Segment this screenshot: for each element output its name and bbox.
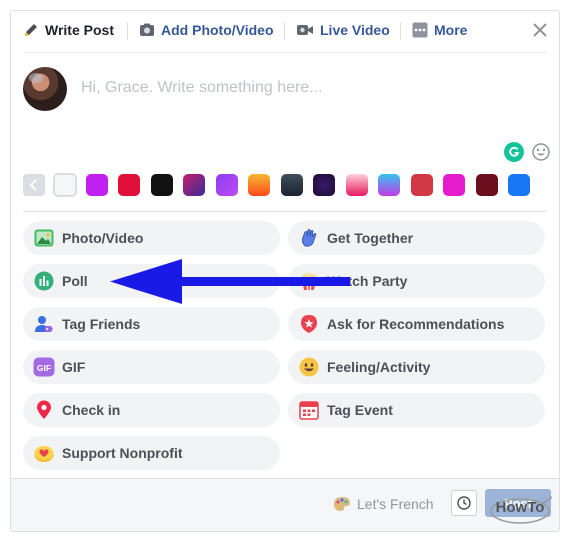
schedule-button[interactable]	[451, 490, 477, 516]
tab-live-video[interactable]: Live Video	[296, 11, 390, 49]
tab-more[interactable]: More	[412, 11, 467, 49]
option-label: Ask for Recommendations	[327, 316, 505, 332]
tab-add-photo-video-label: Add Photo/Video	[161, 22, 274, 38]
hand-wave-icon	[298, 227, 320, 249]
tab-add-photo-video[interactable]: Add Photo/Video	[139, 11, 274, 49]
color-swatch[interactable]	[248, 174, 270, 196]
option-label: GIF	[62, 359, 86, 375]
chevron-left-icon	[29, 179, 37, 191]
post-button[interactable]: Post	[485, 489, 551, 517]
color-swatch[interactable]	[53, 173, 77, 197]
language-button[interactable]: Let's French	[333, 492, 434, 516]
composer-tabs: Write Post Add Photo/Video Live Video Mo…	[11, 11, 559, 52]
option-label: Poll	[62, 273, 88, 289]
close-button[interactable]	[533, 23, 547, 37]
color-swatch[interactable]	[410, 174, 433, 196]
grammarly-icon	[509, 146, 520, 157]
option-label: Photo/Video	[62, 230, 144, 246]
option-label: Get Together	[327, 230, 414, 246]
color-swatch[interactable]	[215, 174, 238, 196]
option-poll[interactable]: Poll	[23, 264, 280, 298]
popcorn-icon	[298, 270, 320, 292]
color-swatch[interactable]	[508, 174, 530, 196]
swatch-collapse-button[interactable]	[23, 174, 45, 196]
option-tag-event[interactable]: Tag Event	[288, 393, 545, 427]
color-swatch[interactable]	[150, 174, 173, 196]
option-label: Support Nonprofit	[62, 445, 183, 461]
tab-write-post-label: Write Post	[45, 22, 114, 38]
tab-divider	[400, 22, 401, 40]
option-label: Watch Party	[327, 273, 408, 289]
color-swatch[interactable]	[183, 174, 205, 196]
tabs-divider	[23, 52, 547, 53]
post-text-input[interactable]	[81, 77, 501, 99]
option-label: Tag Event	[327, 402, 393, 418]
tag-friends-icon	[33, 313, 55, 335]
tab-write-post[interactable]: Write Post	[23, 11, 114, 49]
color-swatch[interactable]	[378, 174, 400, 196]
poll-icon	[33, 270, 55, 292]
recommendation-star-icon	[298, 313, 320, 335]
color-swatch[interactable]	[118, 174, 140, 196]
option-label: Tag Friends	[62, 316, 141, 332]
close-icon	[533, 23, 547, 37]
language-label: Let's French	[357, 496, 434, 512]
tab-live-video-label: Live Video	[320, 22, 390, 38]
gif-icon: GIF	[33, 356, 55, 378]
option-label: Feeling/Activity	[327, 359, 431, 375]
calendar-icon	[298, 399, 320, 421]
heart-coin-icon	[33, 442, 55, 464]
option-feeling-activity[interactable]: Feeling/Activity	[288, 350, 545, 384]
pencil-icon	[23, 22, 39, 38]
color-swatch[interactable]	[475, 174, 498, 196]
color-swatch[interactable]	[443, 174, 465, 196]
tab-divider	[127, 22, 128, 40]
option-ask-for-recommendations[interactable]: Ask for Recommendations	[288, 307, 545, 341]
color-swatch[interactable]	[313, 174, 335, 196]
color-swatch[interactable]	[345, 174, 368, 196]
option-photo-video[interactable]: Photo/Video	[23, 221, 280, 255]
more-dots-icon	[412, 22, 428, 38]
palette-icon	[333, 496, 351, 512]
emoji-button[interactable]	[532, 143, 550, 161]
emoji-icon	[532, 143, 550, 161]
option-tag-friends[interactable]: Tag Friends	[23, 307, 280, 341]
smiley-icon	[298, 356, 320, 378]
location-pin-icon	[33, 399, 55, 421]
option-support-nonprofit[interactable]: Support Nonprofit	[23, 436, 280, 470]
color-swatch[interactable]	[85, 174, 108, 196]
camera-icon	[139, 22, 155, 38]
video-camera-icon	[296, 22, 314, 38]
tab-more-label: More	[434, 22, 468, 38]
option-gif[interactable]: GIF GIF	[23, 350, 280, 384]
option-get-together[interactable]: Get Together	[288, 221, 545, 255]
color-swatch[interactable]	[280, 174, 303, 196]
svg-text:GIF: GIF	[37, 363, 51, 373]
grammarly-button[interactable]	[504, 142, 524, 162]
create-post-dialog: Write Post Add Photo/Video Live Video Mo…	[10, 10, 560, 532]
option-label: Check in	[62, 402, 121, 418]
option-check-in[interactable]: Check in	[23, 393, 280, 427]
option-watch-party[interactable]: Watch Party	[288, 264, 545, 298]
tab-divider	[284, 22, 285, 40]
composer-footer: Let's French Post	[11, 478, 559, 531]
composer-divider	[23, 211, 547, 212]
clock-icon	[457, 496, 471, 510]
photo-icon	[33, 227, 55, 249]
avatar[interactable]	[23, 67, 67, 111]
